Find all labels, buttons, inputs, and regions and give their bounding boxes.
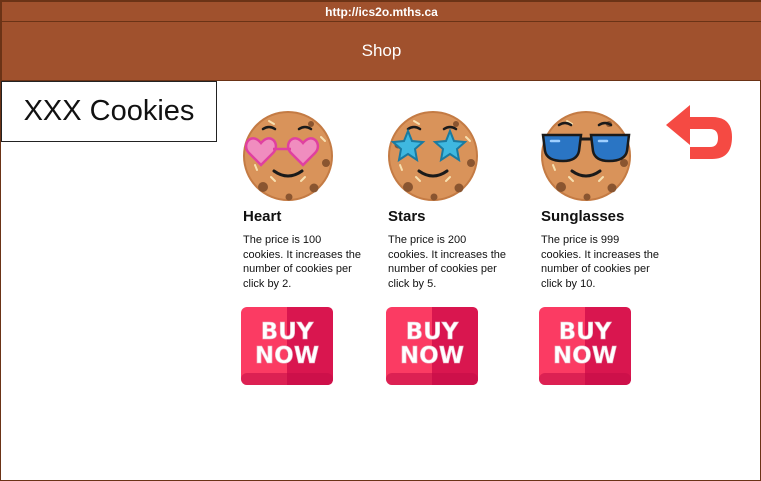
url-bar: http://ics2o.mths.ca [1, 1, 761, 22]
product-name: Stars [388, 208, 426, 225]
cookie-star-eyes-icon [387, 110, 479, 202]
page-title: Shop [361, 41, 402, 60]
product-description: The price is 999 cookies. It increases t… [541, 234, 660, 290]
buy-label-line1: BUY [406, 319, 459, 345]
url-text: http://ics2o.mths.ca [325, 4, 438, 19]
buy-now-button[interactable]: BUY NOW [386, 307, 478, 385]
brand-name: XXX Cookies [23, 95, 195, 127]
product-card-stars: Stars The price is 200 cookies. It incre… [386, 109, 511, 385]
product-card-sunglasses: Sunglasses The price is 999 cookies. It … [539, 109, 664, 385]
buy-label-line2: NOW [255, 343, 319, 369]
buy-label-line2: NOW [400, 343, 464, 369]
product-description: The price is 200 cookies. It increases t… [388, 234, 507, 290]
buy-label-line1: BUY [261, 319, 314, 345]
cookie-heart-eyes-icon [242, 110, 334, 202]
buy-label-line2: NOW [553, 343, 617, 369]
product-card-heart: Heart The price is 100 cookies. It incre… [241, 109, 366, 385]
product-name: Sunglasses [541, 208, 625, 225]
brand-box: XXX Cookies [1, 81, 217, 142]
cookie-sunglasses-icon [540, 110, 632, 202]
buy-now-button[interactable]: BUY NOW [539, 307, 631, 385]
back-arrow-icon[interactable] [660, 101, 734, 163]
header-bar: Shop [1, 21, 761, 81]
buy-label-line1: BUY [559, 319, 612, 345]
product-description: The price is 100 cookies. It increases t… [243, 234, 362, 290]
app-frame: http://ics2o.mths.ca Shop XXX Cookies He… [0, 0, 761, 481]
buy-now-button[interactable]: BUY NOW [241, 307, 333, 385]
product-name: Heart [243, 208, 282, 225]
